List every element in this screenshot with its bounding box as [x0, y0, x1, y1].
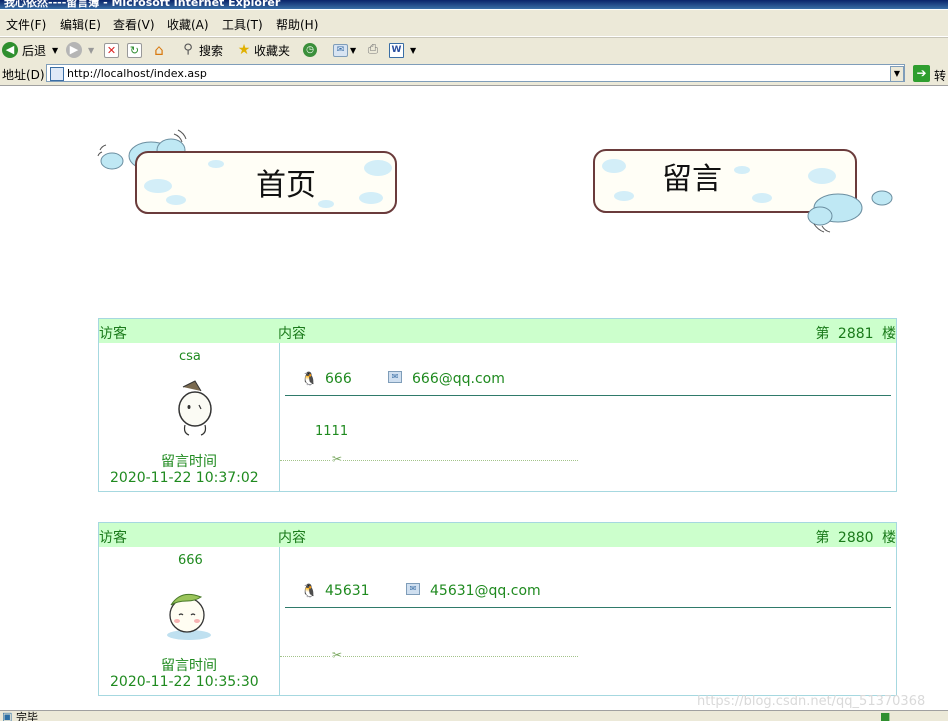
watermark: https://blog.csdn.net/qq_51370368 — [697, 694, 926, 709]
menu-help[interactable]: 帮助(H) — [276, 16, 318, 33]
status-text: 完毕 — [16, 711, 38, 721]
mail-button[interactable]: ✉ ▼ — [333, 41, 356, 59]
search-icon: ⚲ — [183, 42, 193, 57]
home-button[interactable]: ⌂ — [151, 41, 167, 59]
qq-number: 666 — [325, 371, 352, 387]
menu-bar: 文件(F) 编辑(E) 查看(V) 收藏(A) 工具(T) 帮助(H) — [0, 10, 948, 37]
divider-line — [285, 607, 891, 608]
favorites-star-icon: ★ — [237, 42, 251, 58]
history-button[interactable]: ◷ — [303, 41, 317, 59]
nav-message-label: 留言 — [662, 162, 722, 197]
back-dropdown-icon[interactable]: ▼ — [52, 46, 58, 55]
floor-suffix: 楼 — [882, 530, 896, 546]
print-button[interactable]: ⎙ — [365, 41, 381, 59]
refresh-button[interactable]: ↻ — [127, 41, 142, 59]
visitor-name: 666 — [178, 553, 203, 568]
floor-prefix: 第 — [815, 326, 830, 342]
avatar — [178, 380, 212, 436]
qq-number: 45631 — [325, 583, 370, 599]
qq-penguin-icon: 🐧 — [301, 584, 318, 599]
print-icon: ⎙ — [367, 42, 379, 57]
local-zone-icon: ■ — [880, 710, 891, 721]
column-divider — [279, 547, 280, 695]
divider-line — [285, 395, 891, 396]
back-button[interactable]: ◀ 后退 ▼ — [2, 41, 58, 59]
visitor-column-header: 访客 — [99, 326, 127, 342]
time-label: 留言时间 — [161, 658, 217, 674]
dotted-separator — [280, 656, 578, 657]
address-label: 地址(D) — [2, 68, 45, 82]
email-icon: ✉ — [388, 371, 402, 383]
mail-dropdown-icon[interactable]: ▼ — [350, 46, 356, 55]
back-arrow-icon: ◀ — [2, 42, 18, 58]
floor-prefix: 第 — [815, 530, 830, 546]
word-icon: W — [389, 42, 404, 58]
menu-view[interactable]: 查看(V) — [113, 16, 155, 33]
go-button[interactable]: ➔ — [913, 65, 930, 82]
favorites-button[interactable]: ★ 收藏夹 — [236, 41, 290, 59]
stop-icon: ✕ — [104, 42, 119, 58]
nav-home-button[interactable]: 首页 — [96, 128, 402, 220]
message-card: 访客 内容 第 2881 楼 csa 留言时间 2020-11-22 10:37… — [98, 318, 897, 492]
post-time: 2020-11-22 10:35:30 — [110, 674, 259, 690]
message-card-header: 访客 内容 第 2880 楼 — [99, 523, 896, 547]
content-column-header: 内容 — [278, 530, 306, 546]
scissors-icon: ✂ — [331, 452, 344, 466]
column-divider — [279, 343, 280, 491]
edit-dropdown-icon[interactable]: ▼ — [410, 46, 416, 55]
scissors-icon: ✂ — [331, 648, 344, 662]
message-card: 访客 内容 第 2880 楼 666 留言时间 2020-11-22 10:35… — [98, 522, 897, 696]
address-input[interactable]: http://localhost/index.asp — [46, 64, 905, 82]
status-bar: ▣ 完毕 ■ — [0, 710, 948, 721]
avatar — [167, 593, 211, 640]
time-label: 留言时间 — [161, 454, 217, 470]
dotted-separator — [280, 460, 578, 461]
page-icon — [50, 67, 64, 81]
mail-icon: ✉ — [333, 43, 348, 57]
visitor-name: csa — [179, 349, 201, 364]
favorites-label: 收藏夹 — [254, 43, 291, 58]
address-dropdown-button[interactable]: ▼ — [890, 66, 904, 82]
stop-button[interactable]: ✕ — [104, 41, 119, 59]
window-titlebar: 我心依然----留言簿 - Microsoft Internet Explore… — [0, 0, 948, 9]
nav-home-label: 首页 — [256, 168, 316, 203]
edit-button[interactable]: W ▼ — [389, 41, 416, 59]
nav-message-button[interactable]: 留言 — [592, 146, 896, 236]
email-address[interactable]: 666@qq.com — [412, 371, 505, 387]
forward-arrow-icon: ▶ — [66, 42, 82, 58]
floor-number: 2881 — [837, 326, 874, 342]
email-address[interactable]: 45631@qq.com — [430, 583, 541, 599]
floor-suffix: 楼 — [882, 326, 896, 342]
content-column-header: 内容 — [278, 326, 306, 342]
toolbar: ◀ 后退 ▼ ▶ ▼ ✕ ↻ ⌂ ⚲ 搜索 ★ 收藏夹 ◷ ✉ ▼ ⎙ W ▼ — [0, 37, 948, 64]
forward-button[interactable]: ▶ ▼ — [66, 41, 94, 59]
go-arrow-icon: ➔ — [916, 66, 927, 80]
history-icon: ◷ — [303, 43, 317, 57]
status-page-icon: ▣ — [2, 710, 13, 721]
window-title: 我心依然----留言簿 - Microsoft Internet Explore… — [4, 0, 281, 9]
qq-penguin-icon: 🐧 — [301, 372, 318, 387]
forward-dropdown-icon[interactable]: ▼ — [88, 46, 94, 55]
post-time: 2020-11-22 10:37:02 — [110, 470, 259, 486]
search-label: 搜索 — [199, 43, 224, 58]
menu-file[interactable]: 文件(F) — [6, 16, 46, 33]
message-content: 1111 — [315, 424, 349, 439]
menu-edit[interactable]: 编辑(E) — [60, 16, 101, 33]
address-bar: 地址(D) http://localhost/index.asp — [0, 63, 948, 86]
menu-favorites[interactable]: 收藏(A) — [167, 16, 209, 33]
message-card-header: 访客 内容 第 2881 楼 — [99, 319, 896, 343]
email-icon: ✉ — [406, 583, 420, 595]
menu-tools[interactable]: 工具(T) — [222, 16, 263, 33]
go-label[interactable]: 转 — [934, 67, 946, 84]
search-button[interactable]: ⚲ 搜索 — [180, 41, 223, 59]
back-label: 后退 — [22, 43, 47, 58]
refresh-icon: ↻ — [127, 42, 142, 58]
chevron-down-icon: ▼ — [893, 69, 901, 78]
address-url: http://localhost/index.asp — [67, 67, 207, 80]
visitor-column-header: 访客 — [99, 530, 127, 546]
floor-number: 2880 — [837, 530, 874, 546]
home-icon: ⌂ — [154, 41, 164, 59]
